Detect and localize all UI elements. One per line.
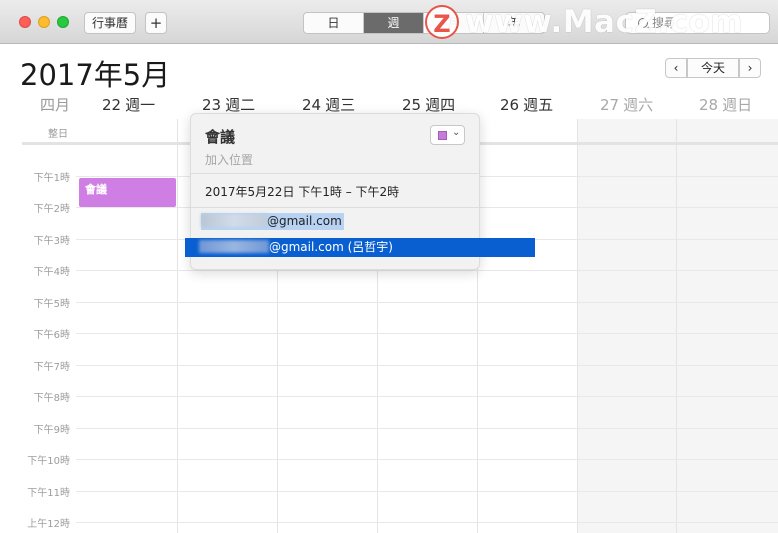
time-label: 下午7時 — [33, 362, 70, 373]
invitee-input-text: @gmail.com — [267, 214, 342, 228]
tab-week[interactable]: 週 — [364, 13, 424, 33]
chevron-down-icon: ⌄ — [452, 127, 461, 138]
weekend-background — [577, 119, 778, 533]
close-window-button[interactable] — [19, 16, 31, 28]
day-weekday: 週六 — [623, 96, 654, 114]
time-label: 下午1時 — [33, 173, 70, 184]
redacted-text — [199, 240, 269, 253]
time-label: 下午8時 — [33, 393, 70, 404]
allday-label: 整日 — [48, 129, 68, 140]
day-header-sat[interactable]: 27 週六 — [600, 94, 653, 115]
calendar-color-picker[interactable]: ⌄ — [430, 125, 465, 145]
time-label: 下午5時 — [33, 299, 70, 310]
time-label: 下午9時 — [33, 425, 70, 436]
popover-divider — [191, 173, 479, 174]
redacted-text — [201, 214, 267, 227]
day-header-thu[interactable]: 25 週四 — [402, 94, 455, 115]
day-date: 24 — [302, 96, 322, 114]
zoom-window-button[interactable] — [57, 16, 69, 28]
day-date: 22 — [102, 96, 122, 114]
popover-event-title[interactable]: 會議 — [205, 126, 235, 147]
previous-week-button[interactable]: ‹ — [665, 58, 687, 78]
time-label: 下午6時 — [33, 330, 70, 341]
calendar-color-swatch — [438, 131, 447, 140]
toolbar: 行事曆 + 日 週 月 年 搜尋 Z www.MacZ.com — [0, 0, 778, 44]
day-date: 28 — [699, 96, 719, 114]
time-label: 上午12時 — [27, 519, 70, 530]
hour-line — [76, 302, 778, 303]
watermark-logo: Z — [425, 5, 459, 39]
calendars-button[interactable]: 行事曆 — [84, 12, 136, 34]
minimize-window-button[interactable] — [38, 16, 50, 28]
day-date: 27 — [600, 96, 620, 114]
month-label: 四月 — [40, 96, 71, 114]
day-date: 26 — [500, 96, 520, 114]
location-field[interactable]: 加入位置 — [205, 151, 253, 168]
day-date: 25 — [402, 96, 422, 114]
time-label: 下午11時 — [27, 488, 70, 499]
event-datetime[interactable]: 2017年5月22日 下午1時 – 下午2時 — [205, 183, 399, 200]
day-weekday: 週二 — [225, 96, 256, 114]
day-date: 23 — [202, 96, 222, 114]
day-weekday: 週日 — [722, 96, 753, 114]
hour-line — [76, 428, 778, 429]
hour-line — [76, 333, 778, 334]
day-divider — [577, 119, 578, 533]
day-header-fri[interactable]: 26 週五 — [500, 94, 553, 115]
watermark-text: www.MacZ.com — [465, 4, 744, 40]
tab-day[interactable]: 日 — [304, 13, 364, 33]
time-label: 下午3時 — [33, 236, 70, 247]
suggestion-text: @gmail.com (呂哲宇) — [269, 240, 393, 254]
day-divider — [676, 119, 677, 533]
today-button[interactable]: 今天 — [687, 58, 739, 78]
time-label: 下午2時 — [33, 204, 70, 215]
invitee-suggestion[interactable]: @gmail.com (呂哲宇) — [185, 238, 535, 257]
day-header-tue[interactable]: 23 週二 — [202, 94, 255, 115]
hour-line — [76, 270, 778, 271]
add-event-button[interactable]: + — [145, 12, 167, 34]
watermark: Z www.MacZ.com — [425, 4, 743, 40]
time-label: 下午10時 — [27, 456, 70, 467]
day-header-wed[interactable]: 24 週三 — [302, 94, 355, 115]
time-label: 下午4時 — [33, 267, 70, 278]
day-divider — [177, 119, 178, 533]
hour-line — [76, 396, 778, 397]
calendar-event[interactable]: 會議 — [79, 178, 176, 207]
day-weekday: 週一 — [125, 96, 156, 114]
hour-line — [76, 365, 778, 366]
page-title: 2017年5月 — [20, 58, 171, 92]
day-weekday: 週四 — [425, 96, 456, 114]
day-weekday: 週五 — [523, 96, 554, 114]
day-weekday: 週三 — [325, 96, 356, 114]
event-title: 會議 — [85, 183, 107, 196]
hour-line — [76, 459, 778, 460]
hour-line — [76, 522, 778, 523]
hour-line — [76, 491, 778, 492]
day-header-sun[interactable]: 28 週日 — [699, 94, 752, 115]
next-week-button[interactable]: › — [739, 58, 761, 78]
invitee-input[interactable]: @gmail.com — [201, 213, 344, 230]
popover-divider — [191, 207, 479, 208]
day-header-mon[interactable]: 22 週一 — [102, 94, 155, 115]
